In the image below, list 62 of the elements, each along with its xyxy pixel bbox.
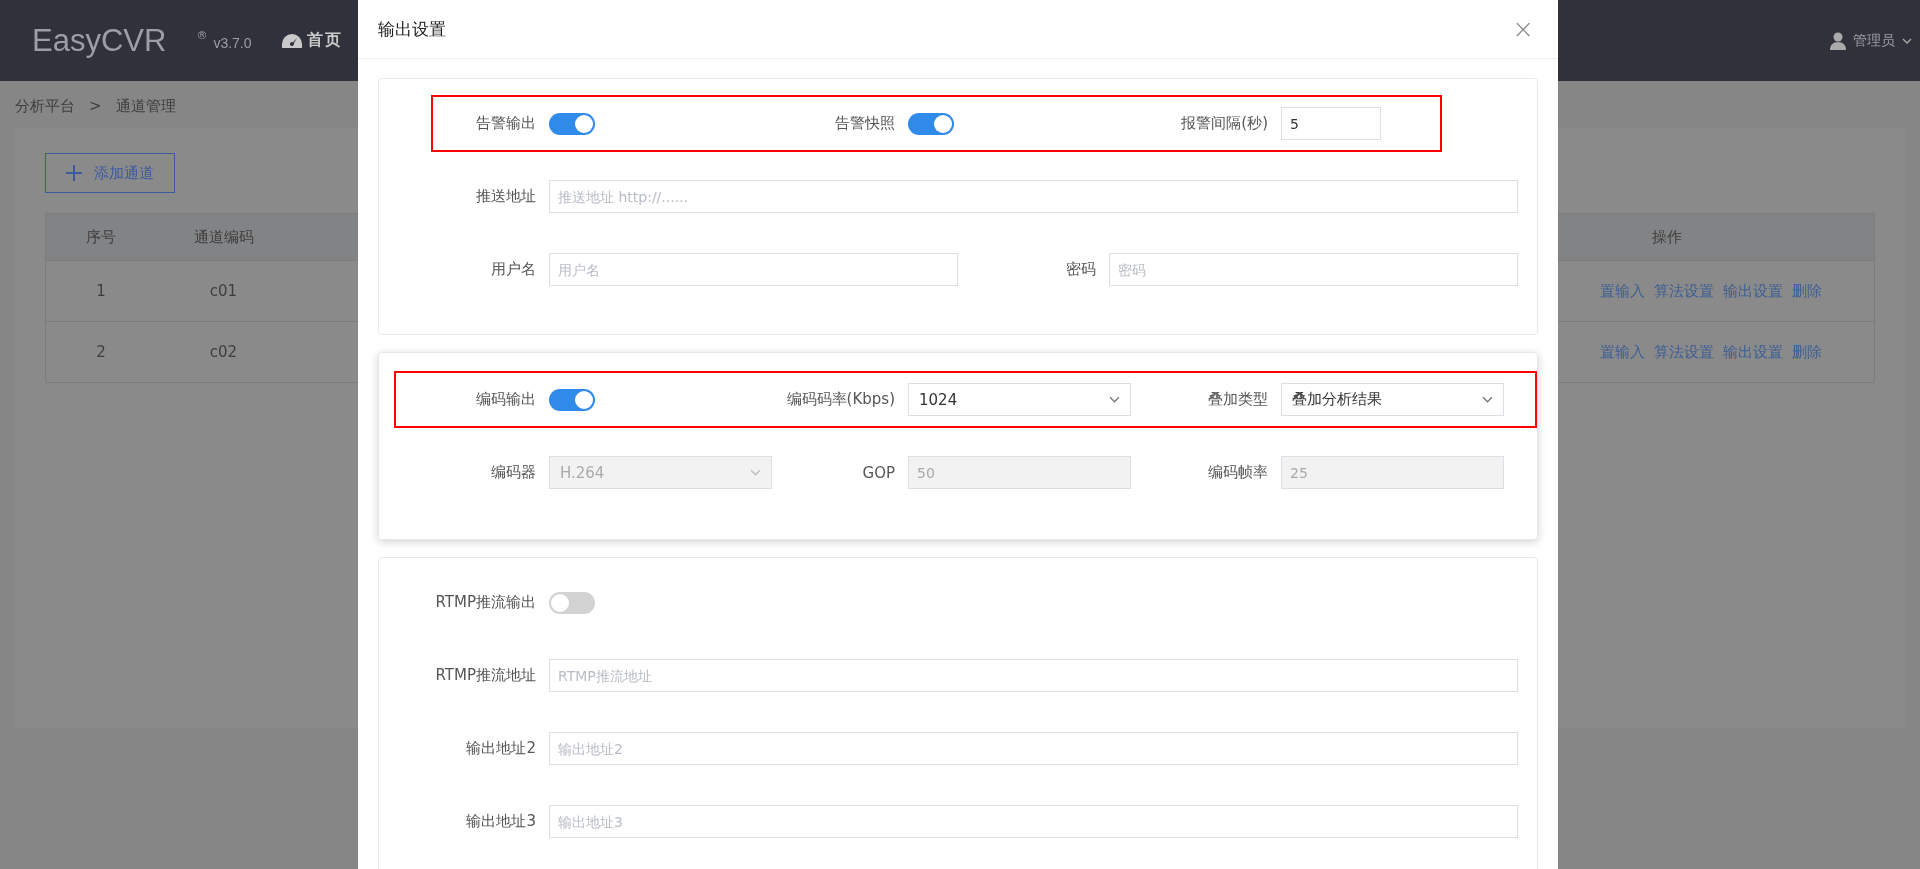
caret-icon xyxy=(1902,37,1912,44)
input-field[interactable]: 推送地址 http://...... xyxy=(549,180,1518,213)
action-link[interactable]: 删除 xyxy=(1792,281,1822,301)
field-label: 密码 xyxy=(1065,260,1096,279)
select-field[interactable]: 1024 xyxy=(908,383,1131,416)
input-field[interactable]: RTMP推流地址 xyxy=(549,659,1518,692)
close-button[interactable]: × xyxy=(1508,16,1538,42)
logo: EasyCVR xyxy=(32,22,167,59)
field-label: 输出地址2 xyxy=(465,739,536,758)
field-label: GOP xyxy=(861,463,895,482)
field-label: 叠加类型 xyxy=(1207,390,1268,409)
column-header: 操作 xyxy=(1650,227,1683,247)
table-cell-text: c01 xyxy=(208,282,239,300)
field-label: 推送地址 xyxy=(475,187,536,206)
add-channel-button[interactable]: 添加通道 xyxy=(45,153,175,193)
field-label: 用户名 xyxy=(490,260,536,279)
table-cell-text: c02 xyxy=(208,343,239,361)
field-label: 编码帧率 xyxy=(1207,463,1268,482)
action-link[interactable]: 输出设置 xyxy=(1723,281,1783,301)
field-label: 编码码率(Kbps) xyxy=(785,390,895,409)
toggle-switch[interactable] xyxy=(549,591,595,614)
field-label: RTMP推流输出 xyxy=(434,593,536,612)
dashboard-icon xyxy=(281,33,302,48)
registered-mark: ® xyxy=(196,29,208,42)
toggle-switch[interactable] xyxy=(549,112,595,135)
field-label: 输出地址3 xyxy=(465,812,536,831)
field-label: 编码器 xyxy=(490,463,536,482)
action-link[interactable]: 输出设置 xyxy=(1723,342,1783,362)
column-header: 序号 xyxy=(85,227,117,247)
version-label: v3.7.0 xyxy=(213,34,252,51)
table-cell-text: 1 xyxy=(95,282,107,300)
field-label: 告警输出 xyxy=(475,114,536,133)
action-link[interactable]: 算法设置 xyxy=(1654,281,1714,301)
field-label: 编码输出 xyxy=(475,390,536,409)
action-link[interactable]: 删除 xyxy=(1792,342,1822,362)
input-field[interactable]: 5 xyxy=(1281,107,1381,140)
chevron-down-icon xyxy=(1109,396,1120,403)
home-nav-link[interactable]: 首页 xyxy=(281,30,343,51)
field-label: 告警快照 xyxy=(834,114,895,133)
input-field[interactable]: 输出地址3 xyxy=(549,805,1518,838)
input-field[interactable]: 密码 xyxy=(1109,253,1518,286)
plus-icon xyxy=(66,165,82,181)
chevron-down-icon xyxy=(750,469,761,476)
field-label: 报警间隔(秒) xyxy=(1180,114,1268,133)
input-field[interactable]: 用户名 xyxy=(549,253,958,286)
breadcrumb-item: > xyxy=(89,97,102,116)
chevron-down-icon xyxy=(1482,396,1493,403)
breadcrumb-item: 通道管理 xyxy=(115,97,176,116)
input-field[interactable]: 输出地址2 xyxy=(549,732,1518,765)
field-label: RTMP推流地址 xyxy=(434,666,536,685)
column-header: 通道编码 xyxy=(192,227,255,247)
action-link[interactable]: 算法设置 xyxy=(1654,342,1714,362)
action-link[interactable]: 置输入 xyxy=(1600,281,1645,301)
dialog-title: 输出设置 xyxy=(378,17,446,41)
select-field[interactable]: 叠加分析结果 xyxy=(1281,383,1504,416)
breadcrumb-item: 分析平台 xyxy=(15,97,75,116)
user-icon xyxy=(1830,31,1846,50)
toggle-switch[interactable] xyxy=(908,112,954,135)
user-menu[interactable]: 管理员 xyxy=(1830,31,1912,50)
toggle-switch[interactable] xyxy=(549,388,595,411)
action-link[interactable]: 置输入 xyxy=(1600,342,1645,362)
table-cell-text: 2 xyxy=(95,343,107,361)
